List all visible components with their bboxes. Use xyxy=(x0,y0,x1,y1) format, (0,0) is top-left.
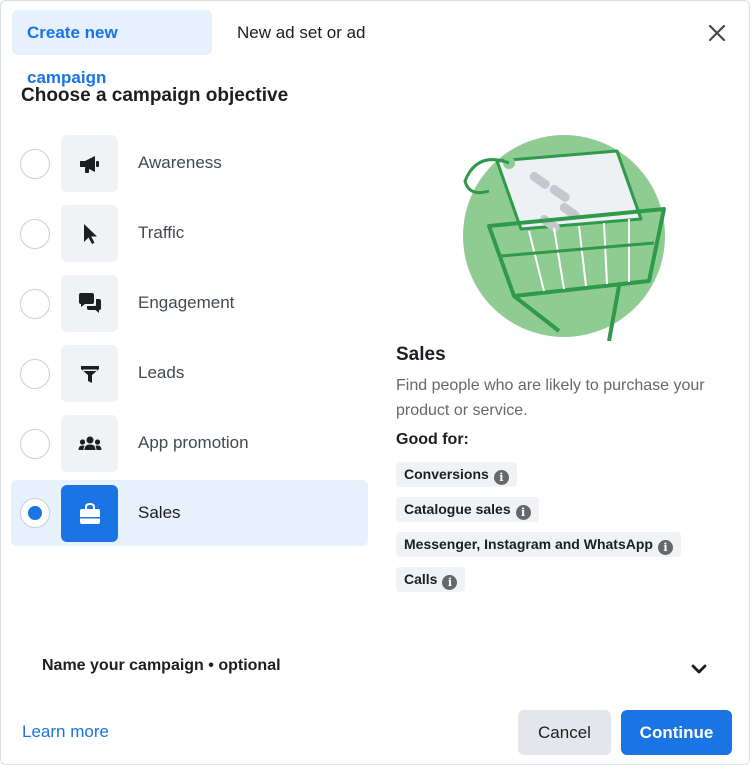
objective-app-promotion[interactable]: App promotion xyxy=(11,415,368,481)
radio-awareness[interactable] xyxy=(20,149,50,179)
good-for-chip: Messenger, Instagram and WhatsApp i xyxy=(396,532,681,557)
info-icon[interactable]: i xyxy=(493,470,509,485)
objective-icon-tile xyxy=(61,415,118,472)
section-title: Choose a campaign objective xyxy=(21,85,289,106)
people-icon xyxy=(78,436,101,450)
objective-icon-tile xyxy=(61,345,118,402)
chip-label: Messenger, Instagram and WhatsApp xyxy=(404,536,653,552)
info-icon[interactable]: i xyxy=(657,540,673,555)
close-button[interactable] xyxy=(701,17,733,49)
cancel-button[interactable]: Cancel xyxy=(518,710,611,755)
create-campaign-dialog: Create new campaign New ad set or ad Cho… xyxy=(0,0,750,765)
tab-create-new-campaign[interactable]: Create new campaign xyxy=(12,10,212,87)
close-icon xyxy=(708,24,726,42)
objective-awareness[interactable]: Awareness xyxy=(11,135,368,201)
chip-label: Calls xyxy=(404,571,438,587)
cursor-icon xyxy=(83,223,97,244)
objective-label: App promotion xyxy=(138,433,249,452)
chevron-down-icon xyxy=(691,664,707,674)
objective-label: Sales xyxy=(138,503,181,522)
tab-new-ad-set-or-ad[interactable]: New ad set or ad xyxy=(222,10,381,55)
info-icon[interactable]: i xyxy=(442,575,458,590)
chat-bubbles-icon xyxy=(78,292,101,313)
objective-detail-description: Find people who are likely to purchase y… xyxy=(396,377,705,419)
objective-icon-tile xyxy=(61,205,118,262)
radio-app-promotion[interactable] xyxy=(20,429,50,459)
info-icon[interactable]: i xyxy=(515,505,531,520)
objective-icon-tile xyxy=(61,275,118,332)
objective-sales[interactable]: Sales xyxy=(11,480,368,546)
objective-label: Awareness xyxy=(138,153,222,172)
radio-selected-dot xyxy=(28,506,42,520)
continue-button[interactable]: Continue xyxy=(621,710,732,755)
objective-leads[interactable]: Leads xyxy=(11,345,368,411)
chip-label: Catalogue sales xyxy=(404,501,511,517)
objective-icon-tile xyxy=(61,135,118,192)
objective-traffic[interactable]: Traffic xyxy=(11,205,368,271)
objective-label: Engagement xyxy=(138,293,235,312)
objective-engagement[interactable]: Engagement xyxy=(11,275,368,341)
expand-button[interactable] xyxy=(687,657,711,681)
good-for-chip: Catalogue sales i xyxy=(396,497,539,522)
objective-label: Traffic xyxy=(138,223,185,242)
objective-detail-title: Sales xyxy=(396,344,446,365)
radio-traffic[interactable] xyxy=(20,219,50,249)
radio-leads[interactable] xyxy=(20,359,50,389)
funnel-icon xyxy=(80,365,99,383)
megaphone-icon xyxy=(79,155,99,173)
good-for-chip: Calls i xyxy=(396,567,466,592)
good-for-label: Good for: xyxy=(396,431,469,448)
good-for-chip: Conversions i xyxy=(396,462,517,487)
radio-sales[interactable] xyxy=(20,498,50,528)
name-campaign-toggle[interactable]: Name your campaign • optional xyxy=(42,657,281,675)
sales-illustration xyxy=(459,131,669,342)
learn-more-link[interactable]: Learn more xyxy=(22,722,109,742)
chip-label: Conversions xyxy=(404,466,489,482)
objective-icon-tile xyxy=(61,485,118,542)
shopping-bag-icon xyxy=(79,502,100,524)
objective-label: Leads xyxy=(138,363,185,382)
radio-engagement[interactable] xyxy=(20,289,50,319)
